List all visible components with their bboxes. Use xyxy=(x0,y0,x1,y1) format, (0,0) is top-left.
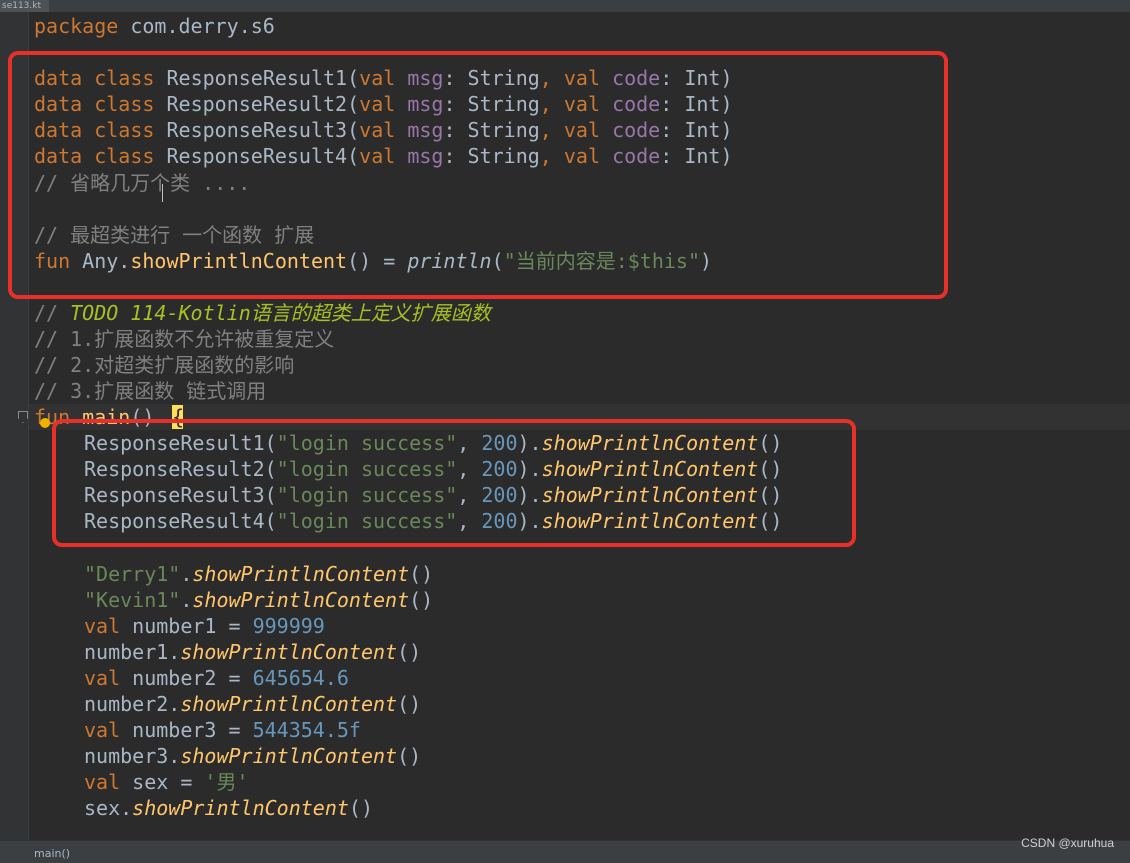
code-line-val-number1: val number1 = 999999 xyxy=(84,614,325,638)
code-line-main: fun main() xyxy=(34,405,167,429)
line-gutter xyxy=(0,12,29,840)
code-todo-comment: // TODO 114-Kotlin语言的超类上定义扩展函数 xyxy=(34,301,491,325)
code-comment-super: // 最超类进行 一个函数 扩展 xyxy=(34,223,315,247)
code-line-data-class-1: data class ResponseResult1(val msg: Stri… xyxy=(34,66,733,90)
code-line-val-number2: val number2 = 645654.6 xyxy=(84,666,349,690)
code-line-call-1: ResponseResult1("login success", 200).sh… xyxy=(84,431,783,455)
status-bar: main() xyxy=(0,840,1130,863)
code-line-data-class-4: data class ResponseResult4(val msg: Stri… xyxy=(34,144,733,168)
code-line-val-sex: val sex = '男' xyxy=(84,770,249,794)
code-line-kevin: "Kevin1".showPrintlnContent() xyxy=(84,588,434,612)
text-cursor: { xyxy=(172,405,185,429)
code-line-call-2: ResponseResult2("login success", 200).sh… xyxy=(84,457,783,481)
code-line-val-number3: val number3 = 544354.5f xyxy=(84,718,361,742)
code-line-extension-fn: fun Any.showPrintlnContent() = println("… xyxy=(34,249,713,273)
code-line-call-sex: sex.showPrintlnContent() xyxy=(84,796,374,820)
watermark-text: CSDN @xuruhua xyxy=(1021,836,1114,850)
code-line-call-3: ResponseResult3("login success", 200).sh… xyxy=(84,483,783,507)
code-comment-2: // 2.对超类扩展函数的影响 xyxy=(34,353,295,377)
code-line-derry: "Derry1".showPrintlnContent() xyxy=(84,562,434,586)
lightbulb-icon[interactable] xyxy=(40,418,50,428)
code-line-call-number2: number2.showPrintlnContent() xyxy=(84,692,422,716)
code-line-data-class-3: data class ResponseResult3(val msg: Stri… xyxy=(34,118,733,142)
mouse-ibeam-icon xyxy=(162,184,165,202)
code-comment-3: // 3.扩展函数 链式调用 xyxy=(34,379,267,403)
code-line-call-number3: number3.showPrintlnContent() xyxy=(84,744,422,768)
code-comment-1: // 1.扩展函数不允许被重复定义 xyxy=(34,327,335,351)
code-comment-omit: // 省略几万个类 .... xyxy=(34,171,251,195)
code-line-package: package com.derry.s6 xyxy=(34,14,275,38)
current-line-highlight xyxy=(29,404,1130,430)
status-breadcrumb[interactable]: main() xyxy=(34,847,70,860)
tab-file[interactable]: se113.kt xyxy=(0,0,50,12)
code-line-call-number1: number1.showPrintlnContent() xyxy=(84,640,422,664)
code-line-call-4: ResponseResult4("login success", 200).sh… xyxy=(84,509,783,533)
code-line-data-class-2: data class ResponseResult2(val msg: Stri… xyxy=(34,92,733,116)
